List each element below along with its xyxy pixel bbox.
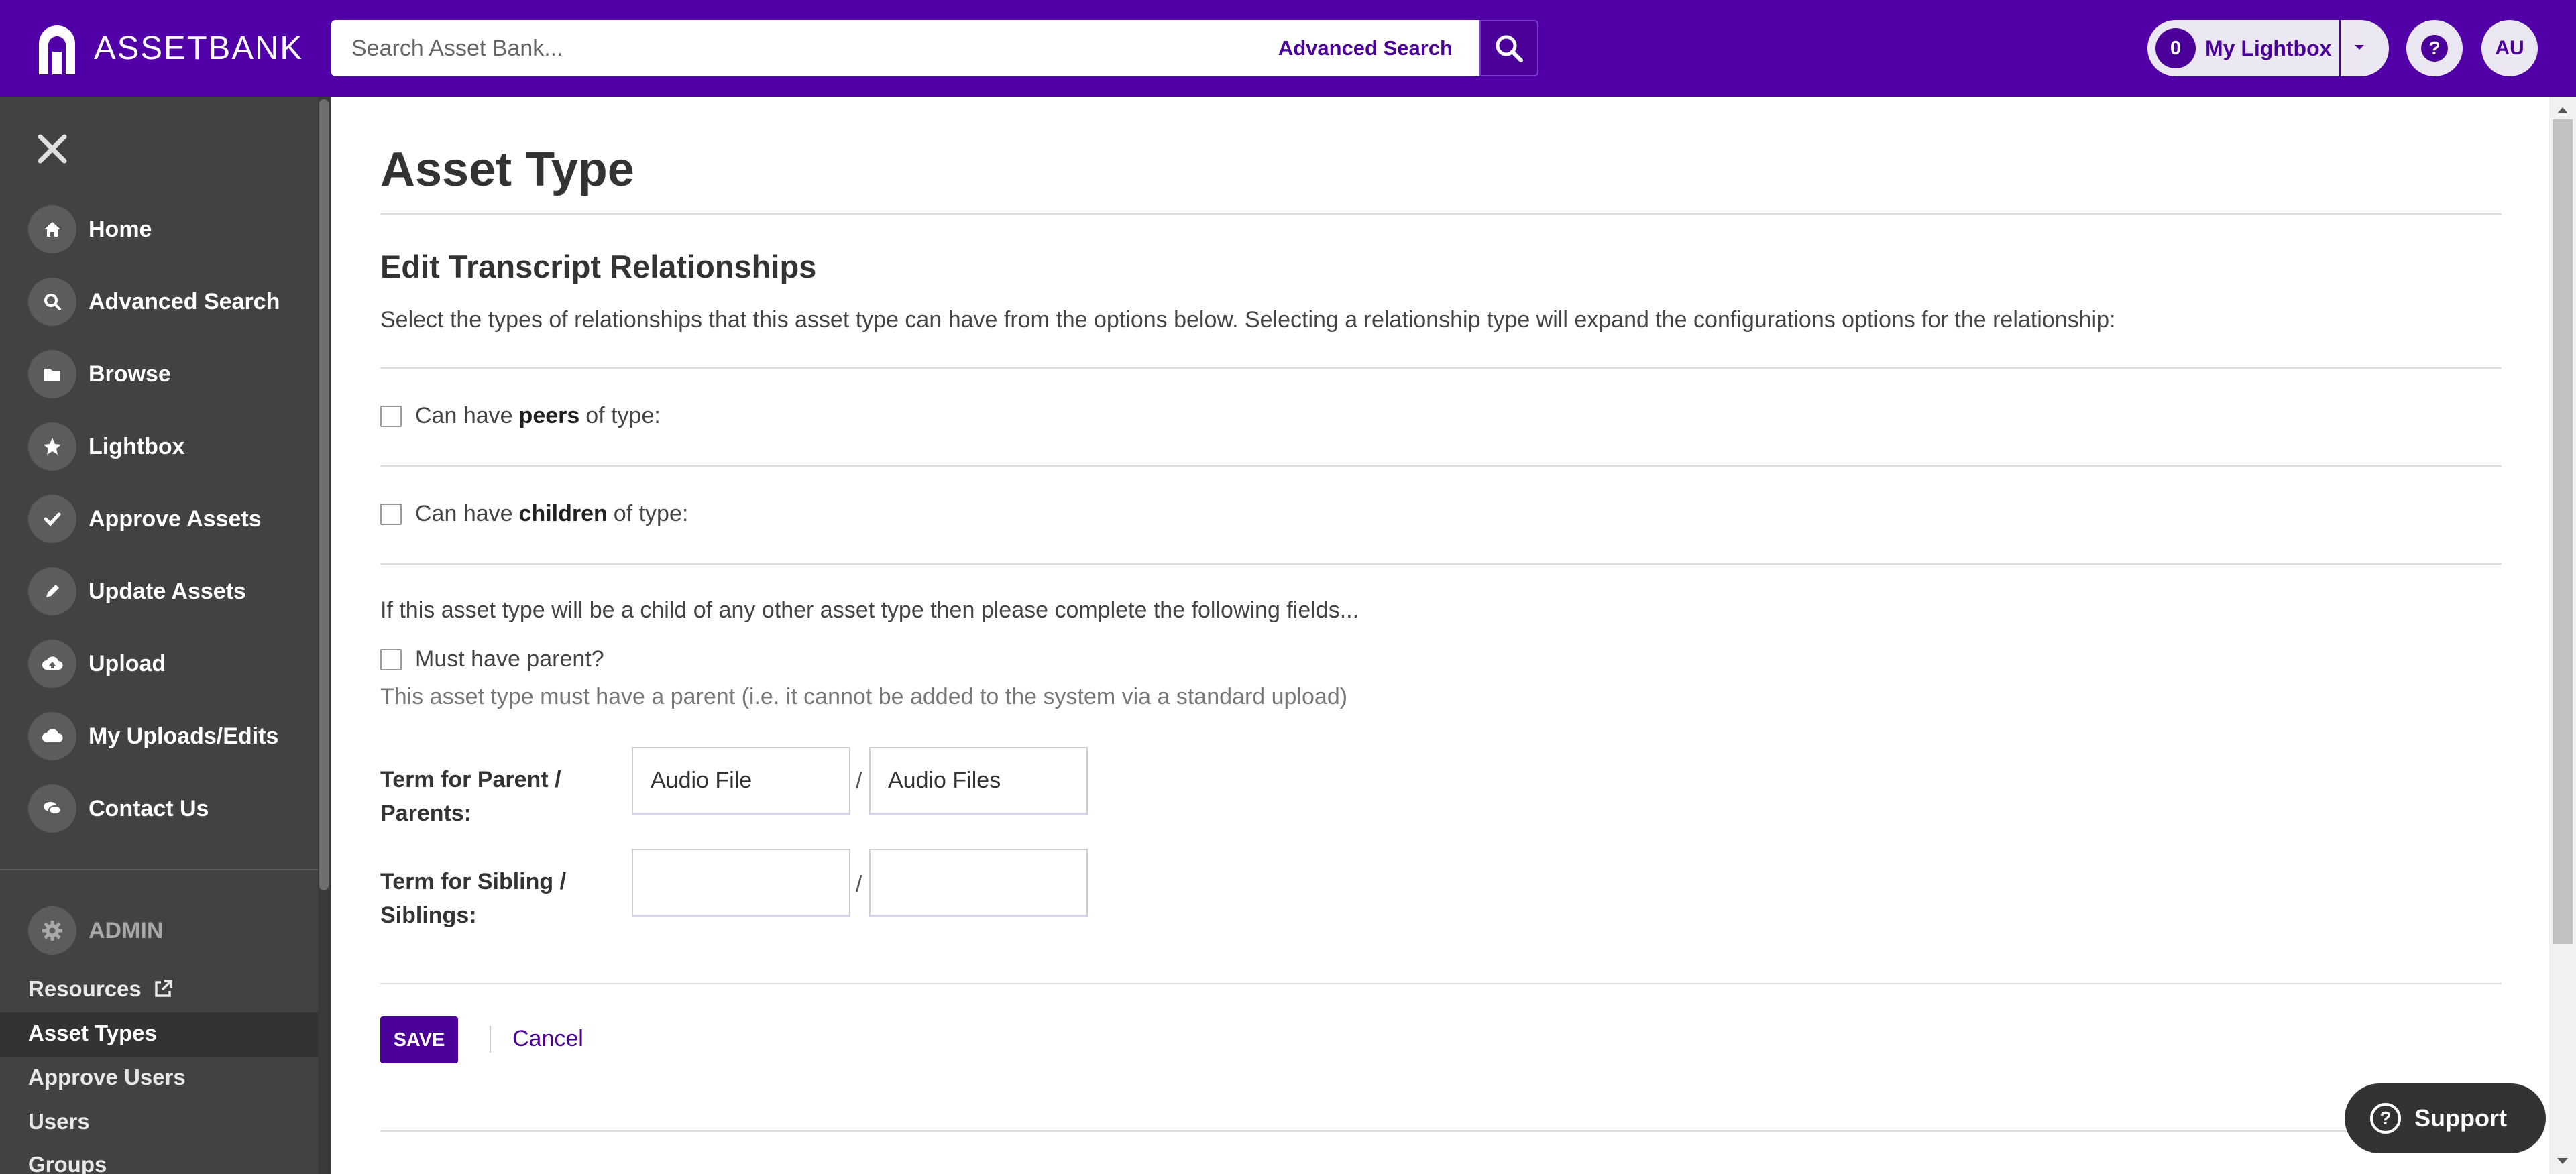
cancel-link[interactable]: Cancel xyxy=(512,1026,583,1052)
must-have-parent-checkbox[interactable] xyxy=(380,648,402,670)
section-title: Edit Transcript Relationships xyxy=(380,249,817,284)
divider xyxy=(380,983,2502,984)
sidebar-item-label: My Uploads/Edits xyxy=(89,723,279,749)
lightbox-divider xyxy=(2339,20,2341,76)
sidebar-item-home[interactable]: Home xyxy=(28,205,152,253)
star-icon xyxy=(28,422,76,471)
admin-link-approve-users[interactable]: Approve Users xyxy=(28,1065,186,1090)
sidebar-item-contact-us[interactable]: Contact Us xyxy=(28,784,209,833)
sidebar-item-my-uploads-edits[interactable]: My Uploads/Edits xyxy=(28,712,278,760)
chat-icon xyxy=(28,784,76,833)
sidebar-item-advanced-search[interactable]: Advanced Search xyxy=(28,278,280,326)
intro-text: Select the types of relationships that t… xyxy=(380,307,2116,333)
lightbox-count-badge: 0 xyxy=(2155,28,2196,68)
check-icon xyxy=(28,495,76,543)
external-link-icon xyxy=(155,980,172,997)
admin-label: ADMIN xyxy=(89,917,164,943)
scroll-down-icon[interactable] xyxy=(2556,1156,2569,1170)
slash-separator: / xyxy=(856,872,862,897)
assetbank-logo-icon xyxy=(35,22,79,74)
scroll-up-icon[interactable] xyxy=(2556,105,2569,119)
cloud-icon xyxy=(28,712,76,760)
must-have-parent-label: Must have parent? xyxy=(415,646,604,672)
must-have-parent-option[interactable]: Must have parent? xyxy=(380,646,604,672)
divider xyxy=(380,1130,2502,1132)
logo-text: ASSETBANK xyxy=(94,30,304,66)
peers-label-before: Can have xyxy=(415,403,513,428)
children-label-after: of type: xyxy=(613,501,689,526)
button-separator xyxy=(490,1026,491,1053)
cloud-upload-icon xyxy=(28,640,76,688)
children-option[interactable]: Can have children of type: xyxy=(380,501,688,527)
sidebar-item-label: Advanced Search xyxy=(89,288,280,314)
divider xyxy=(380,563,2502,565)
save-button[interactable]: SAVE xyxy=(380,1016,458,1063)
user-avatar[interactable]: AU xyxy=(2481,20,2538,76)
admin-section-header: ADMIN xyxy=(28,906,163,955)
sidebar-item-label: Update Assets xyxy=(89,578,246,604)
admin-link-users[interactable]: Users xyxy=(28,1109,90,1134)
divider xyxy=(380,213,2502,215)
search-input[interactable] xyxy=(331,20,1257,76)
advanced-search-link[interactable]: Advanced Search xyxy=(1278,20,1453,76)
divider xyxy=(380,465,2502,467)
close-icon[interactable] xyxy=(35,131,70,166)
support-label: Support xyxy=(2414,1104,2507,1132)
sidebar-scrollbar-thumb[interactable] xyxy=(319,99,329,890)
sidebar-item-label: Home xyxy=(89,216,152,242)
page-scrollbar-thumb[interactable] xyxy=(2553,119,2573,944)
peers-label-after: of type: xyxy=(585,403,661,428)
admin-link-groups[interactable]: Groups xyxy=(28,1152,107,1174)
chevron-down-icon[interactable] xyxy=(2351,39,2367,58)
gear-icon xyxy=(28,906,76,955)
sibling-plural-input[interactable] xyxy=(869,849,1088,917)
sidebar-item-browse[interactable]: Browse xyxy=(28,350,171,398)
page-title: Asset Type xyxy=(380,143,634,196)
divider xyxy=(380,367,2502,369)
child-note: If this asset type will be a child of an… xyxy=(380,597,1359,623)
question-icon: ? xyxy=(2421,35,2448,62)
sidebar-item-label: Approve Assets xyxy=(89,506,262,532)
svg-text:?: ? xyxy=(2428,38,2440,58)
sidebar-item-label: Browse xyxy=(89,361,171,387)
children-label-before: Can have xyxy=(415,501,513,526)
assetbank-logo[interactable]: ASSETBANK xyxy=(35,21,303,75)
slash-separator: / xyxy=(856,768,862,794)
children-label-bold: children xyxy=(518,501,608,526)
sidebar-item-approve-assets[interactable]: Approve Assets xyxy=(28,495,262,543)
parent-singular-input[interactable] xyxy=(632,747,850,815)
home-icon xyxy=(28,205,76,253)
my-lightbox-button[interactable]: 0 My Lightbox xyxy=(2147,20,2389,76)
admin-link-resources[interactable]: Resources xyxy=(28,976,174,1002)
sidebar-item-label: Contact Us xyxy=(89,795,209,821)
sidebar-item-update-assets[interactable]: Update Assets xyxy=(28,567,246,615)
peers-option[interactable]: Can have peers of type: xyxy=(380,403,661,429)
help-button[interactable]: ? xyxy=(2406,20,2463,76)
support-button[interactable]: ? Support xyxy=(2345,1083,2546,1153)
sidebar-item-label: Lightbox xyxy=(89,433,185,459)
sidebar-item-lightbox[interactable]: Lightbox xyxy=(28,422,185,471)
search-icon xyxy=(28,278,76,326)
sidebar-item-upload[interactable]: Upload xyxy=(28,640,166,688)
sibling-term-label: Term for Sibling / Siblings: xyxy=(380,869,567,928)
admin-link-label: Resources xyxy=(28,976,142,1001)
folder-icon xyxy=(28,350,76,398)
parent-term-label: Term for Parent / Parents: xyxy=(380,767,561,826)
search-button[interactable] xyxy=(1479,20,1538,76)
search-icon xyxy=(1496,35,1523,62)
sidebar-item-label: Upload xyxy=(89,650,166,677)
search-bar: Advanced Search xyxy=(331,20,1479,76)
children-checkbox[interactable] xyxy=(380,503,402,525)
sibling-singular-input[interactable] xyxy=(632,849,850,917)
peers-label-bold: peers xyxy=(518,403,580,428)
parent-plural-input[interactable] xyxy=(869,747,1088,815)
sidebar-divider xyxy=(0,869,318,870)
lightbox-label: My Lightbox xyxy=(2205,36,2332,60)
admin-link-asset-types[interactable]: Asset Types xyxy=(28,1020,157,1046)
must-have-parent-help: This asset type must have a parent (i.e.… xyxy=(380,684,1348,709)
question-circle-icon: ? xyxy=(2370,1103,2401,1134)
pencil-icon xyxy=(28,567,76,615)
peers-checkbox[interactable] xyxy=(380,405,402,427)
